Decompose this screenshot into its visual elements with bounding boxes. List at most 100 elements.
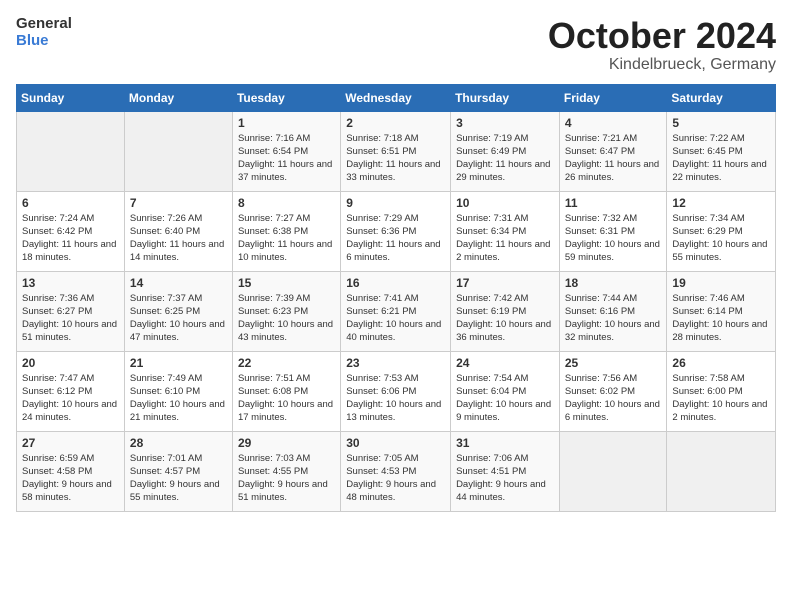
day-number: 30: [346, 436, 445, 450]
day-number: 22: [238, 356, 335, 370]
day-number: 25: [565, 356, 662, 370]
day-number: 28: [130, 436, 227, 450]
day-number: 16: [346, 276, 445, 290]
cell-details: Sunrise: 7:19 AMSunset: 6:49 PMDaylight:…: [456, 132, 554, 185]
cell-details: Sunrise: 7:16 AMSunset: 6:54 PMDaylight:…: [238, 132, 335, 185]
calendar-cell: [124, 111, 232, 191]
cell-details: Sunrise: 7:05 AMSunset: 4:53 PMDaylight:…: [346, 452, 445, 505]
day-number: 27: [22, 436, 119, 450]
calendar-cell: 15 Sunrise: 7:39 AMSunset: 6:23 PMDayligh…: [232, 271, 340, 351]
month-title: October 2024: [548, 16, 776, 56]
cell-details: Sunrise: 7:03 AMSunset: 4:55 PMDaylight:…: [238, 452, 335, 505]
calendar-cell: 18 Sunrise: 7:44 AMSunset: 6:16 PMDayligh…: [559, 271, 667, 351]
logo-general: General: [16, 16, 72, 33]
calendar-cell: 16 Sunrise: 7:41 AMSunset: 6:21 PMDayligh…: [341, 271, 451, 351]
calendar-cell: 14 Sunrise: 7:37 AMSunset: 6:25 PMDayligh…: [124, 271, 232, 351]
calendar-cell: 25 Sunrise: 7:56 AMSunset: 6:02 PMDayligh…: [559, 351, 667, 431]
calendar-cell: [667, 431, 776, 511]
cell-details: Sunrise: 7:54 AMSunset: 6:04 PMDaylight:…: [456, 372, 554, 425]
cell-details: Sunrise: 7:21 AMSunset: 6:47 PMDaylight:…: [565, 132, 662, 185]
cell-details: Sunrise: 7:26 AMSunset: 6:40 PMDaylight:…: [130, 212, 227, 265]
day-number: 20: [22, 356, 119, 370]
cell-details: Sunrise: 7:31 AMSunset: 6:34 PMDaylight:…: [456, 212, 554, 265]
calendar-cell: 9 Sunrise: 7:29 AMSunset: 6:36 PMDaylight…: [341, 191, 451, 271]
calendar-cell: 23 Sunrise: 7:53 AMSunset: 6:06 PMDayligh…: [341, 351, 451, 431]
calendar-table: SundayMondayTuesdayWednesdayThursdayFrid…: [16, 84, 776, 512]
calendar-cell: [559, 431, 667, 511]
cell-details: Sunrise: 7:56 AMSunset: 6:02 PMDaylight:…: [565, 372, 662, 425]
cell-details: Sunrise: 7:42 AMSunset: 6:19 PMDaylight:…: [456, 292, 554, 345]
calendar-cell: 13 Sunrise: 7:36 AMSunset: 6:27 PMDayligh…: [17, 271, 125, 351]
day-number: 3: [456, 116, 554, 130]
calendar-week-row: 1Sunrise: 7:16 AMSunset: 6:54 PMDaylight…: [17, 111, 776, 191]
day-number: 8: [238, 196, 335, 210]
day-number: 5: [672, 116, 770, 130]
cell-details: Sunrise: 7:37 AMSunset: 6:25 PMDaylight:…: [130, 292, 227, 345]
day-number: 14: [130, 276, 227, 290]
day-number: 15: [238, 276, 335, 290]
weekday-header-sunday: Sunday: [17, 84, 125, 111]
calendar-cell: 30 Sunrise: 7:05 AMSunset: 4:53 PMDayligh…: [341, 431, 451, 511]
page-header: General Blue October 2024 Kindelbrueck, …: [16, 16, 776, 74]
day-number: 10: [456, 196, 554, 210]
cell-details: Sunrise: 7:39 AMSunset: 6:23 PMDaylight:…: [238, 292, 335, 345]
weekday-header-wednesday: Wednesday: [341, 84, 451, 111]
cell-details: Sunrise: 7:24 AMSunset: 6:42 PMDaylight:…: [22, 212, 119, 265]
weekday-header-friday: Friday: [559, 84, 667, 111]
weekday-header-monday: Monday: [124, 84, 232, 111]
cell-details: Sunrise: 7:34 AMSunset: 6:29 PMDaylight:…: [672, 212, 770, 265]
weekday-header-saturday: Saturday: [667, 84, 776, 111]
calendar-cell: 29 Sunrise: 7:03 AMSunset: 4:55 PMDayligh…: [232, 431, 340, 511]
calendar-week-row: 20 Sunrise: 7:47 AMSunset: 6:12 PMDayligh…: [17, 351, 776, 431]
calendar-cell: 24Sunrise: 7:54 AMSunset: 6:04 PMDayligh…: [451, 351, 560, 431]
cell-details: Sunrise: 7:01 AMSunset: 4:57 PMDaylight:…: [130, 452, 227, 505]
cell-details: Sunrise: 7:47 AMSunset: 6:12 PMDaylight:…: [22, 372, 119, 425]
cell-details: Sunrise: 7:29 AMSunset: 6:36 PMDaylight:…: [346, 212, 445, 265]
day-number: 2: [346, 116, 445, 130]
day-number: 17: [456, 276, 554, 290]
cell-details: Sunrise: 7:27 AMSunset: 6:38 PMDaylight:…: [238, 212, 335, 265]
calendar-cell: 10 Sunrise: 7:31 AMSunset: 6:34 PMDayligh…: [451, 191, 560, 271]
cell-details: Sunrise: 6:59 AMSunset: 4:58 PMDaylight:…: [22, 452, 119, 505]
cell-details: Sunrise: 7:32 AMSunset: 6:31 PMDaylight:…: [565, 212, 662, 265]
logo: General Blue: [16, 16, 72, 49]
title-block: October 2024 Kindelbrueck, Germany: [548, 16, 776, 74]
day-number: 21: [130, 356, 227, 370]
day-number: 29: [238, 436, 335, 450]
calendar-week-row: 27 Sunrise: 6:59 AMSunset: 4:58 PMDayligh…: [17, 431, 776, 511]
calendar-cell: 21 Sunrise: 7:49 AMSunset: 6:10 PMDayligh…: [124, 351, 232, 431]
calendar-cell: 17 Sunrise: 7:42 AMSunset: 6:19 PMDayligh…: [451, 271, 560, 351]
day-number: 23: [346, 356, 445, 370]
day-number: 26: [672, 356, 770, 370]
logo-wrap: General Blue: [16, 16, 72, 49]
day-number: 4: [565, 116, 662, 130]
calendar-cell: 3 Sunrise: 7:19 AMSunset: 6:49 PMDaylight…: [451, 111, 560, 191]
calendar-cell: 2Sunrise: 7:18 AMSunset: 6:51 PMDaylight…: [341, 111, 451, 191]
cell-details: Sunrise: 7:06 AMSunset: 4:51 PMDaylight:…: [456, 452, 554, 505]
weekday-header-thursday: Thursday: [451, 84, 560, 111]
calendar-cell: 31 Sunrise: 7:06 AMSunset: 4:51 PMDayligh…: [451, 431, 560, 511]
day-number: 31: [456, 436, 554, 450]
cell-details: Sunrise: 7:44 AMSunset: 6:16 PMDaylight:…: [565, 292, 662, 345]
calendar-cell: 1Sunrise: 7:16 AMSunset: 6:54 PMDaylight…: [232, 111, 340, 191]
calendar-cell: 19Sunrise: 7:46 AMSunset: 6:14 PMDayligh…: [667, 271, 776, 351]
day-number: 9: [346, 196, 445, 210]
calendar-cell: 20 Sunrise: 7:47 AMSunset: 6:12 PMDayligh…: [17, 351, 125, 431]
cell-details: Sunrise: 7:36 AMSunset: 6:27 PMDaylight:…: [22, 292, 119, 345]
day-number: 7: [130, 196, 227, 210]
cell-details: Sunrise: 7:49 AMSunset: 6:10 PMDaylight:…: [130, 372, 227, 425]
day-number: 13: [22, 276, 119, 290]
calendar-cell: 8 Sunrise: 7:27 AMSunset: 6:38 PMDaylight…: [232, 191, 340, 271]
calendar-cell: 7 Sunrise: 7:26 AMSunset: 6:40 PMDaylight…: [124, 191, 232, 271]
cell-details: Sunrise: 7:41 AMSunset: 6:21 PMDaylight:…: [346, 292, 445, 345]
day-number: 12: [672, 196, 770, 210]
day-number: 11: [565, 196, 662, 210]
calendar-cell: 4 Sunrise: 7:21 AMSunset: 6:47 PMDaylight…: [559, 111, 667, 191]
cell-details: Sunrise: 7:53 AMSunset: 6:06 PMDaylight:…: [346, 372, 445, 425]
logo-blue: Blue: [16, 33, 72, 50]
cell-details: Sunrise: 7:51 AMSunset: 6:08 PMDaylight:…: [238, 372, 335, 425]
day-number: 18: [565, 276, 662, 290]
calendar-cell: 6 Sunrise: 7:24 AMSunset: 6:42 PMDaylight…: [17, 191, 125, 271]
cell-details: Sunrise: 7:46 AMSunset: 6:14 PMDaylight:…: [672, 292, 770, 345]
day-number: 6: [22, 196, 119, 210]
